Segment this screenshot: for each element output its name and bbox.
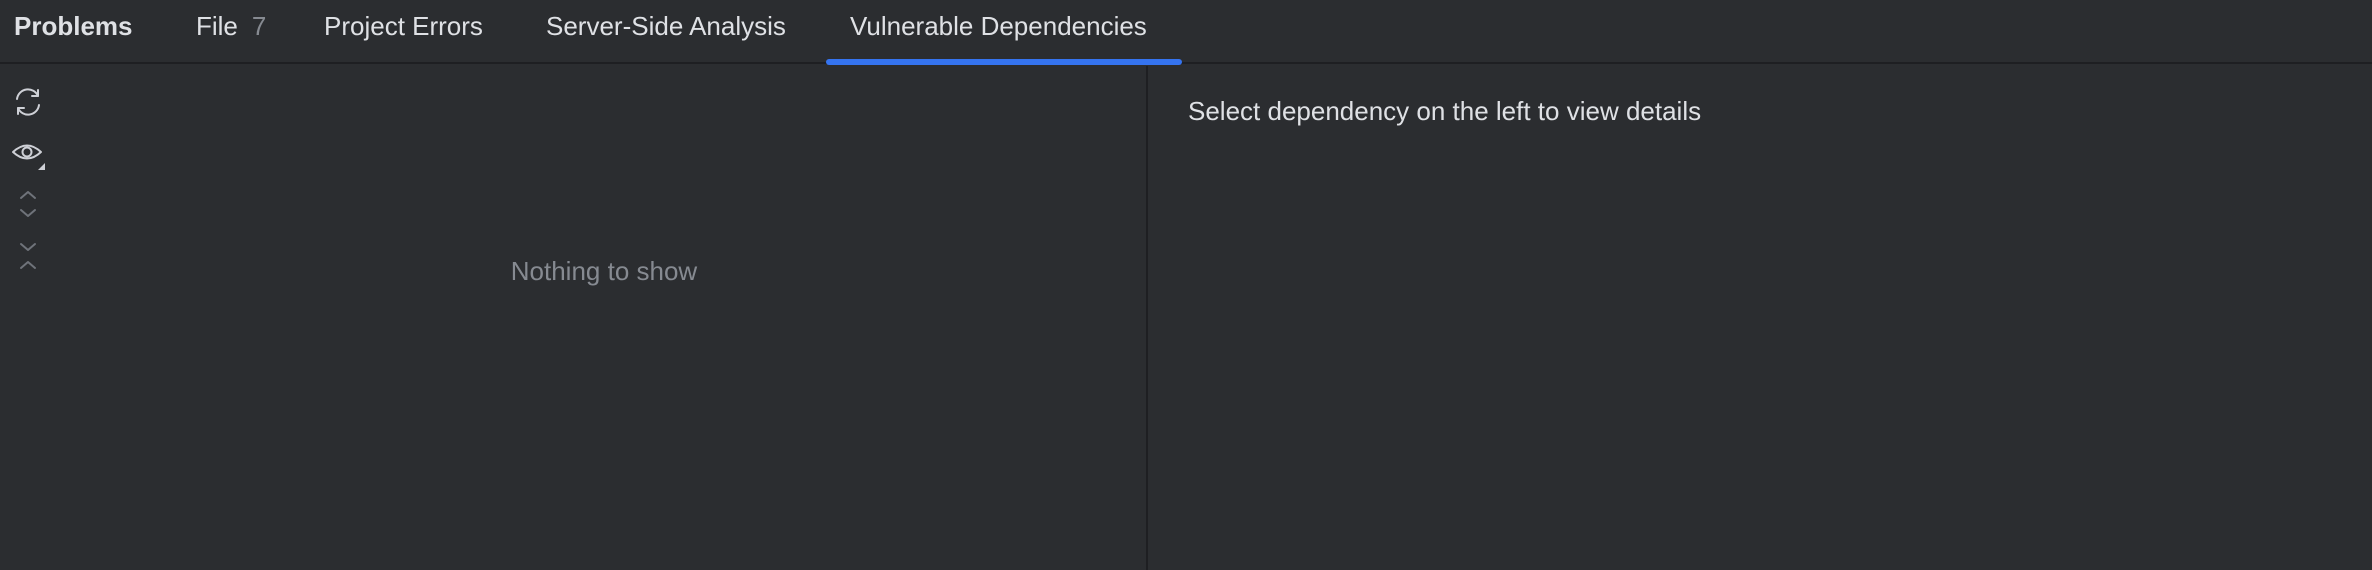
expand-all-icon [20,191,36,217]
refresh-icon [16,88,40,116]
tab-project-errors-label: Project Errors [324,11,483,41]
dependencies-tree[interactable]: Nothing to show [56,66,1146,570]
tab-file-label: File [196,11,238,41]
left-toolbar [0,66,56,570]
tab-server-side-analysis-label: Server-Side Analysis [546,11,786,41]
panel-title: Problems [14,11,133,41]
empty-state-text: Nothing to show [510,256,698,286]
expand-all-button[interactable] [8,184,48,224]
refresh-button[interactable] [8,82,48,122]
tab-file-count: 7 [251,11,267,41]
eye-icon [12,144,45,170]
details-panel: Select dependency on the left to view de… [1148,66,2372,570]
selected-tab-indicator [826,59,1182,65]
tab-project-errors[interactable]: Project Errors [324,0,483,52]
details-placeholder-text: Select dependency on the left to view de… [1188,96,1702,126]
tab-vulnerable-dependencies[interactable]: Vulnerable Dependencies [850,0,1147,52]
tab-server-side-analysis[interactable]: Server-Side Analysis [546,0,786,52]
vulnerable-dependencies-tool-window: Problems File 7 Project Errors Server-Sid… [0,0,2372,570]
tab-strip: Problems File 7 Project Errors Server-Sid… [0,0,2372,65]
collapse-all-icon [20,243,36,269]
collapse-all-button[interactable] [8,236,48,276]
view-options-button[interactable] [8,134,48,174]
tab-file[interactable]: File 7 [196,0,266,52]
tab-vulnerable-dependencies-label: Vulnerable Dependencies [850,11,1147,41]
